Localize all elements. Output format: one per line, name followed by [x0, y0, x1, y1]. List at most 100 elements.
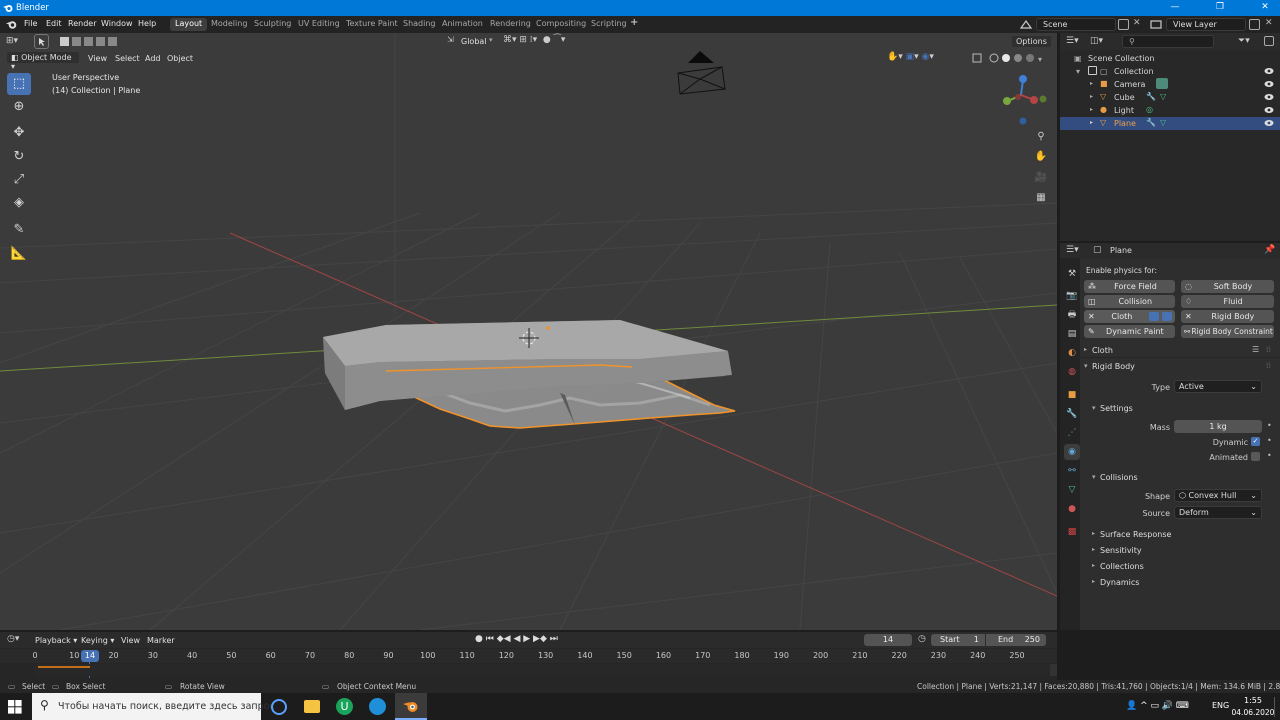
select-tool-button[interactable]: ⬚ [7, 73, 31, 95]
material-tab-icon[interactable]: ● [1064, 501, 1080, 517]
tab-modeling[interactable]: Modeling [206, 18, 252, 31]
cloth-render-toggle-icon[interactable] [1149, 312, 1159, 321]
file-explorer-icon[interactable] [304, 700, 320, 713]
viewport-menu-select[interactable]: Select [115, 54, 140, 63]
navigation-gizmo[interactable] [994, 71, 1050, 127]
dynamics-subpanel[interactable]: ▸ Dynamics [1092, 577, 1272, 590]
scale-tool-button[interactable]: ⤢ [7, 169, 31, 191]
expand-arrow-icon[interactable]: ▸ [1090, 80, 1093, 87]
transform-tool-button[interactable]: ◈ [7, 192, 31, 214]
type-dropdown[interactable]: Active ⌄ [1174, 380, 1262, 393]
input-language[interactable]: ENG [1212, 701, 1229, 710]
cloth-viewport-toggle-icon[interactable] [1162, 312, 1172, 321]
modifier-wrench-icon[interactable]: 🔧 [1146, 118, 1156, 127]
snapping-proportional-icons[interactable]: ⌘▾ ⊞ ⁞▾ ● ⁀▾ [503, 35, 599, 48]
measure-tool-button[interactable]: 📐 [7, 243, 31, 265]
shape-dropdown[interactable]: ⬡ Convex Hull ⌄ [1174, 489, 1262, 502]
scene-tab-icon[interactable]: ◐ [1064, 345, 1080, 361]
world-tab-icon[interactable]: ◍ [1064, 364, 1080, 380]
tweak-tool-icon[interactable] [34, 34, 49, 49]
outliner-editor-type-icon[interactable]: ☰▾ [1066, 36, 1079, 46]
texture-tab-icon[interactable]: ▩ [1064, 524, 1080, 540]
outliner-row-cube[interactable]: ▸ ▽ Cube 🔧 ▽ [1060, 91, 1280, 104]
eye-icon[interactable] [1264, 93, 1274, 101]
dynamic-paint-button[interactable]: ✎ Dynamic Paint [1084, 325, 1175, 338]
annotate-tool-button[interactable]: ✎ [7, 219, 31, 241]
menu-file[interactable]: File [24, 19, 37, 28]
mesh-data-icon[interactable]: ▽ [1160, 92, 1166, 101]
drag-handle-icon[interactable]: ⁞⁞ [1266, 361, 1271, 370]
playhead-frame-indicator[interactable]: 14 [80, 650, 99, 662]
maximize-button[interactable]: ❐ [1205, 2, 1235, 12]
view-layer-tab-icon[interactable]: ▤ [1064, 326, 1080, 342]
collision-button[interactable]: ◫ Collision [1084, 295, 1175, 308]
light-data-icon[interactable]: ◎ [1146, 105, 1153, 114]
expand-arrow-icon[interactable]: ▸ [1090, 93, 1093, 100]
outliner-row-scene-collection[interactable]: ▣ Scene Collection [1060, 52, 1280, 65]
particles-tab-icon[interactable]: ⋰ [1064, 425, 1080, 441]
rigid-body-button[interactable]: ✕ Rigid Body [1181, 310, 1274, 323]
rigid-body-constraint-button[interactable]: ⚯ Rigid Body Constraint [1181, 325, 1274, 338]
eye-icon[interactable] [1264, 106, 1274, 114]
checkbox-icon[interactable] [1088, 66, 1097, 75]
constraints-tab-icon[interactable]: ⚯ [1064, 463, 1080, 479]
object-tab-icon[interactable]: ■ [1064, 387, 1080, 403]
sensitivity-subpanel[interactable]: ▸ Sensitivity [1092, 545, 1272, 558]
viewport-menu-add[interactable]: Add [145, 54, 161, 63]
collisions-subpanel-header[interactable]: ▾ Collisions [1092, 472, 1272, 485]
source-dropdown[interactable]: Deform ⌄ [1174, 506, 1262, 519]
timeline-track-area[interactable] [34, 664, 1052, 676]
menu-window[interactable]: Window [101, 19, 133, 28]
add-workspace-button[interactable]: + [630, 17, 638, 28]
taskbar-search-box[interactable]: ⚲ Чтобы начать поиск, введите здесь запр… [32, 693, 275, 720]
selection-mode-icons[interactable] [58, 36, 122, 47]
surface-response-subpanel[interactable]: ▸ Surface Response [1092, 529, 1272, 542]
mode-dropdown[interactable]: ◧ Object Mode ▾ [6, 51, 80, 71]
outliner-search-input[interactable]: ⚲ [1122, 35, 1214, 48]
list-icon[interactable]: ☰ [1252, 345, 1259, 354]
3d-viewport[interactable]: ⊞▾ ⇲ Global ▾ ⌘▾ ⊞ ⁞▾ ● ⁀▾ Options ◧ Obj… [0, 33, 1057, 630]
cloth-panel-header[interactable]: ▸ Cloth ☰ ⁞⁞ [1080, 344, 1280, 358]
eye-icon[interactable] [1264, 80, 1274, 88]
filter-icon[interactable]: ⏷▾ [1238, 36, 1250, 46]
visibility-gizmo-overlay-icons[interactable]: ✋▾ ▣▾ ◉▾ [887, 52, 967, 64]
settings-subpanel-header[interactable]: ▾ Settings [1092, 403, 1272, 416]
windows-start-icon[interactable] [8, 700, 22, 714]
properties-editor-type-icon[interactable]: ☰▾ [1066, 245, 1079, 255]
tab-layout[interactable]: Layout [170, 18, 208, 31]
outliner-row-plane[interactable]: ▸ ▽ Plane 🔧 ▽ [1060, 117, 1280, 130]
pin-icon[interactable]: 📌 [1264, 245, 1275, 255]
rigid-body-panel-header[interactable]: ▾ Rigid Body ⁞⁞ [1080, 360, 1280, 374]
tab-compositing[interactable]: Compositing [531, 18, 591, 31]
tab-scripting[interactable]: Scripting [586, 18, 632, 31]
collections-subpanel[interactable]: ▸ Collections [1092, 561, 1272, 574]
viewport-menu-view[interactable]: View [88, 54, 107, 63]
rotate-tool-button[interactable]: ↻ [7, 146, 31, 168]
shading-mode-icons[interactable]: ▾ [972, 52, 1052, 64]
system-tray-icons[interactable]: 👤 ^ ▭ 🔊 ⌨ [1126, 701, 1189, 711]
menu-render[interactable]: Render [68, 19, 96, 28]
minimize-button[interactable]: — [1160, 2, 1190, 12]
camera-view-icon[interactable]: 🎥 [1032, 169, 1050, 187]
remove-x-icon[interactable]: ✕ [1185, 310, 1192, 323]
dynamic-checkbox[interactable]: ✓ [1251, 437, 1260, 446]
expand-arrow-icon[interactable]: ▸ [1090, 106, 1093, 113]
tab-texture-paint[interactable]: Texture Paint [341, 18, 403, 31]
drag-handle-icon[interactable]: ⁞⁞ [1266, 345, 1271, 354]
grid-projection-icon[interactable]: ▦ [1032, 189, 1050, 207]
modifier-tab-icon[interactable]: 🔧 [1064, 406, 1080, 422]
output-tab-icon[interactable]: 🖶 [1064, 307, 1080, 323]
clock-time[interactable]: 1:55 [1236, 696, 1270, 705]
new-collection-icon[interactable] [1264, 36, 1274, 46]
tab-animation[interactable]: Animation [437, 18, 488, 31]
expand-arrow-icon[interactable]: ▸ [1090, 119, 1093, 126]
render-tab-icon[interactable]: 📷 [1064, 288, 1080, 304]
edge-browser-icon[interactable] [369, 698, 386, 715]
display-mode-icon[interactable]: ◫▾ [1090, 36, 1103, 46]
pan-hand-icon[interactable]: ✋ [1032, 148, 1050, 166]
mesh-data-icon[interactable]: ▽ [1160, 118, 1166, 127]
blender-taskbar-button[interactable] [395, 693, 427, 720]
force-field-button[interactable]: ⁂ Force Field [1084, 280, 1175, 293]
outliner-row-collection[interactable]: ▾ ▢ Collection [1060, 65, 1280, 78]
clock-date[interactable]: 04.06.2020 [1230, 708, 1276, 717]
